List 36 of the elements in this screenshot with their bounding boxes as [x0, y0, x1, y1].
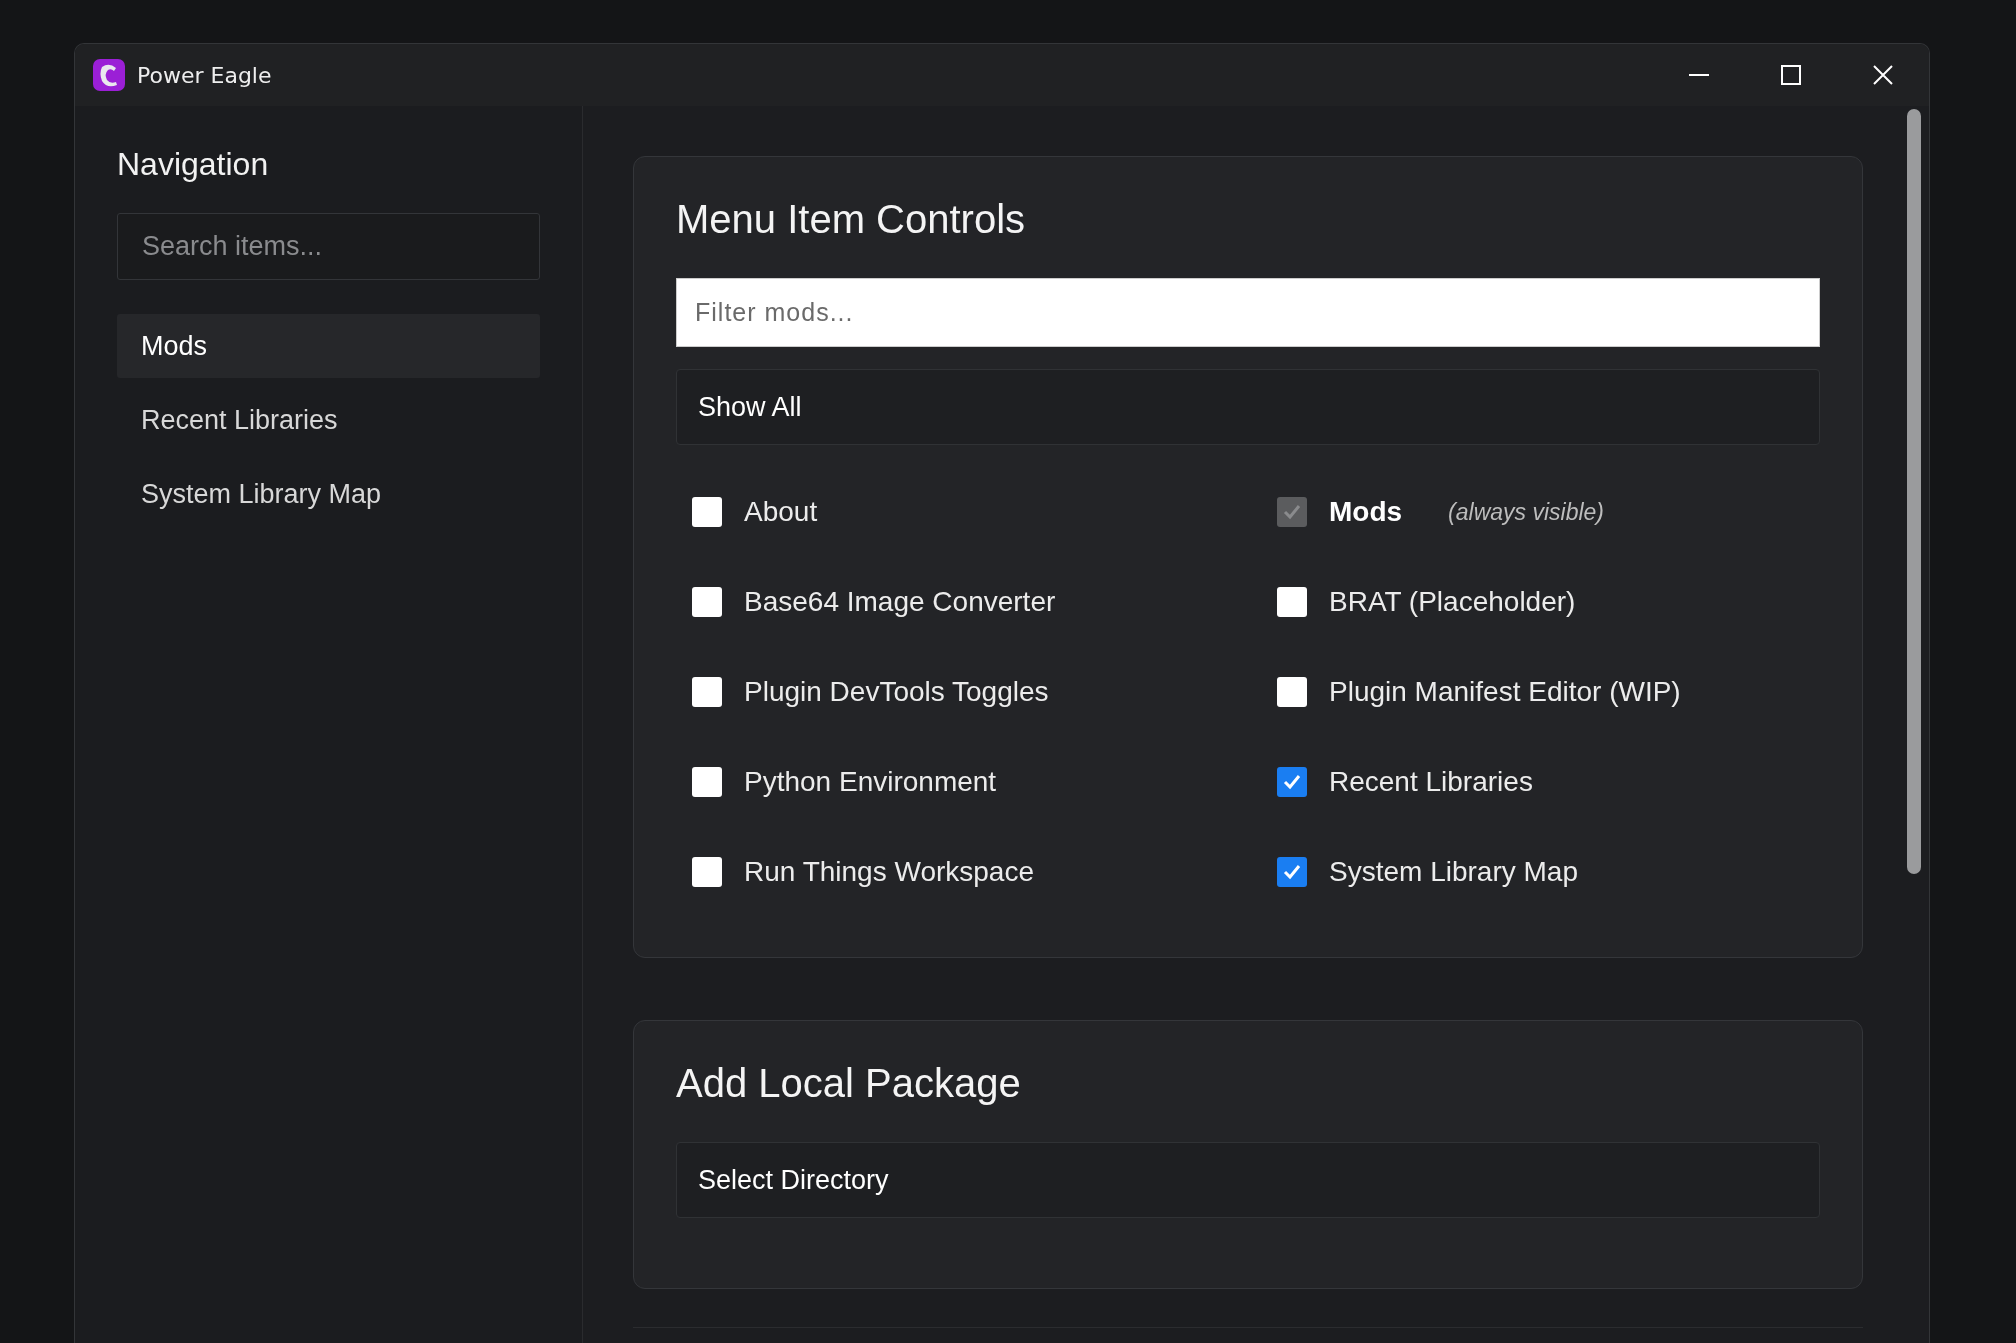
- checkbox[interactable]: [692, 767, 722, 797]
- checkbox-label: Run Things Workspace: [744, 856, 1034, 888]
- minimize-icon: [1688, 74, 1710, 76]
- checkbox-label: BRAT (Placeholder): [1329, 586, 1576, 618]
- checkbox[interactable]: [1277, 767, 1307, 797]
- card-title: Menu Item Controls: [676, 197, 1027, 242]
- sidebar-heading: Navigation: [117, 146, 270, 183]
- checkbox-label: Recent Libraries: [1329, 766, 1533, 798]
- select-directory-button[interactable]: Select Directory: [676, 1142, 1820, 1218]
- maximize-icon: [1780, 64, 1802, 86]
- note-text: (always visible): [1448, 498, 1605, 526]
- checkbox[interactable]: [1277, 857, 1307, 887]
- window-title: Power Eagle: [137, 62, 273, 88]
- checkbox-label: System Library Map: [1329, 856, 1578, 888]
- checkbox[interactable]: [692, 497, 722, 527]
- checkbox-label: About: [744, 496, 818, 528]
- sidebar-item[interactable]: Recent Libraries: [117, 388, 540, 452]
- checkbox[interactable]: [1277, 587, 1307, 617]
- checkbox-label: Python Environment: [744, 766, 997, 798]
- sidebar-item[interactable]: System Library Map: [117, 462, 540, 526]
- close-icon: [1872, 64, 1894, 86]
- checkbox-label: Base64 Image Converter: [744, 586, 1056, 618]
- filter-field[interactable]: Filter mods...: [676, 278, 1820, 347]
- scrollbar[interactable]: [1907, 109, 1921, 874]
- card-title: Add Local Package: [676, 1061, 1022, 1106]
- sidebar-item[interactable]: Mods: [117, 314, 540, 378]
- checkbox-label: Plugin DevTools Toggles: [744, 676, 1049, 708]
- search-field[interactable]: Search items...: [117, 213, 540, 280]
- checkbox-label: Plugin Manifest Editor (WIP): [1329, 676, 1681, 708]
- checkbox[interactable]: [692, 857, 722, 887]
- show-all-button[interactable]: Show All: [676, 369, 1820, 445]
- checkbox[interactable]: [692, 587, 722, 617]
- checkbox[interactable]: [1277, 677, 1307, 707]
- app-logo-icon: [93, 59, 125, 91]
- checkbox-label: Mods: [1329, 496, 1403, 528]
- checkbox[interactable]: [692, 677, 722, 707]
